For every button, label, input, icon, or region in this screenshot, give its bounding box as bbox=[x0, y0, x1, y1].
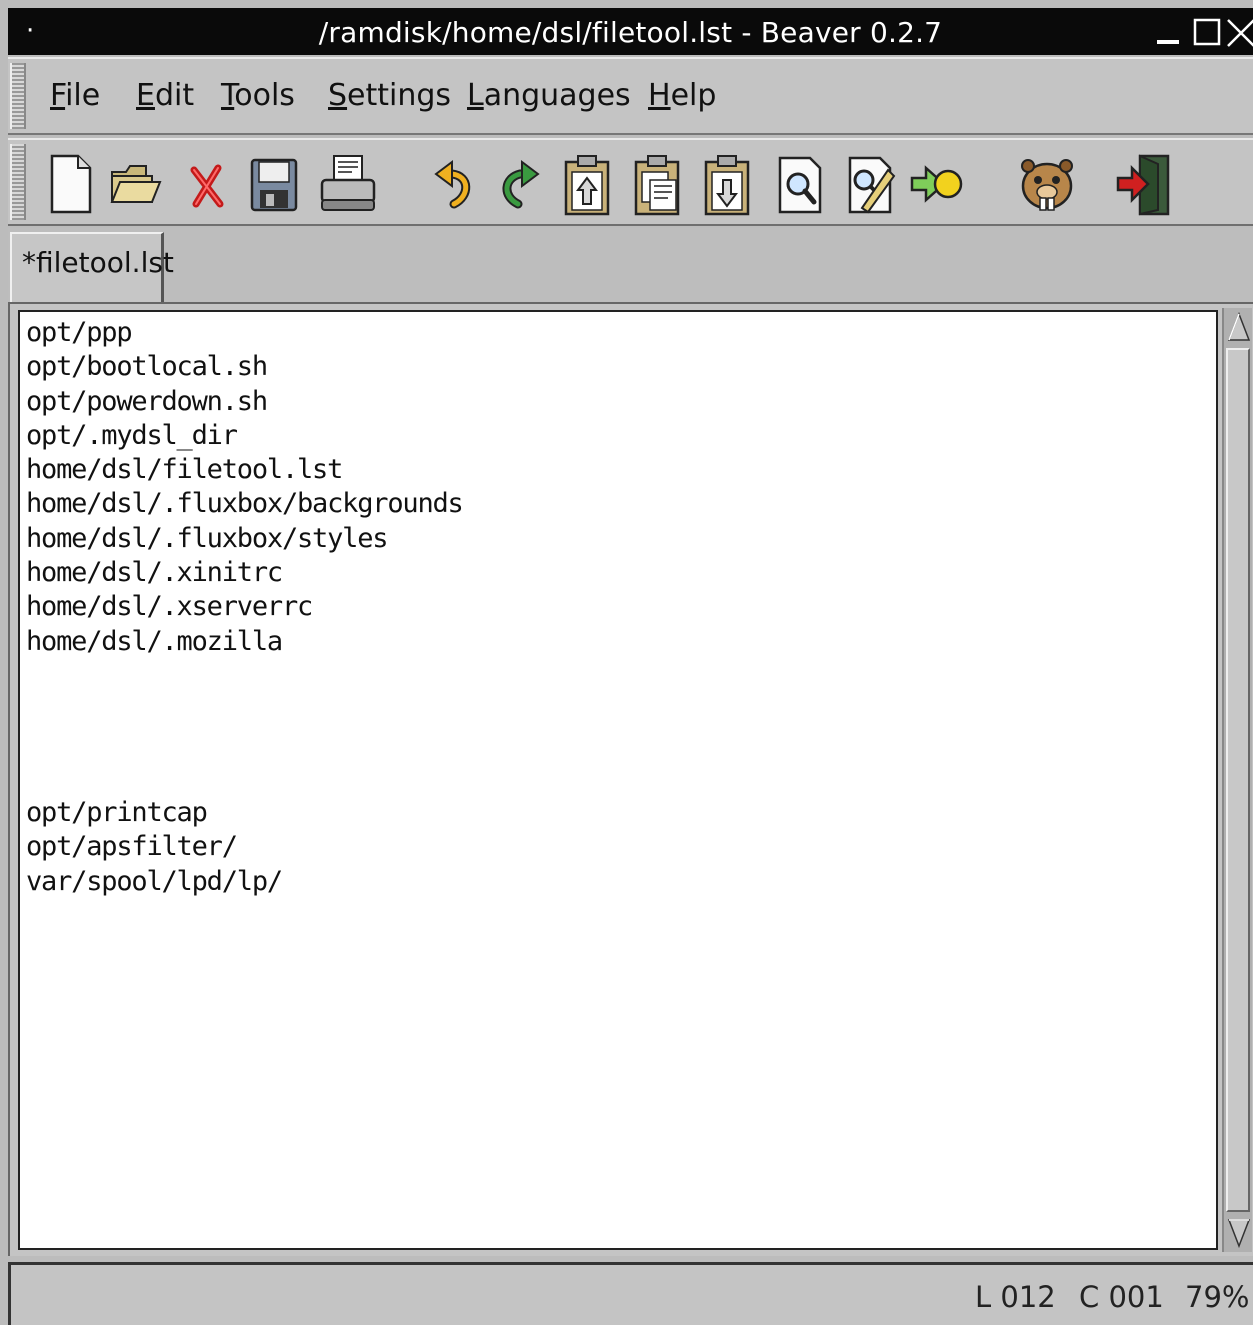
menu-tools-rest: ools bbox=[234, 78, 295, 113]
title-bar: · /ramdisk/home/dsl/filetool.lst - Beave… bbox=[8, 8, 1253, 55]
scroll-down-button[interactable] bbox=[1226, 1216, 1252, 1250]
beaver-about-icon bbox=[1021, 159, 1073, 211]
menu-languages[interactable]: Languages bbox=[467, 77, 631, 115]
editor-line: opt/apsfilter/ bbox=[26, 831, 238, 863]
about-button[interactable] bbox=[1014, 150, 1080, 218]
open-folder-icon bbox=[110, 165, 162, 203]
toolbar bbox=[8, 138, 1253, 226]
save-icon bbox=[250, 158, 298, 212]
exit-icon bbox=[1116, 154, 1170, 216]
status-column-number: C 001 bbox=[1079, 1280, 1164, 1314]
editor-line: var/spool/lpd/lp/ bbox=[26, 865, 283, 897]
copy-icon bbox=[634, 155, 680, 216]
close-file-button[interactable] bbox=[178, 150, 236, 218]
text-editor[interactable]: opt/ppp opt/bootlocal.sh opt/powerdown.sh o… bbox=[18, 310, 1218, 1250]
status-line-number: L 012 bbox=[975, 1280, 1056, 1314]
minimize-icon bbox=[1157, 40, 1179, 44]
menu-edit-mnemonic: E bbox=[136, 78, 155, 113]
minimize-button[interactable] bbox=[1153, 16, 1187, 50]
menu-file-mnemonic: F bbox=[50, 78, 66, 113]
editor-line: home/dsl/.xserverrc bbox=[26, 591, 313, 623]
new-file-button[interactable] bbox=[40, 150, 98, 218]
tab-filetool[interactable]: *filetool.lst bbox=[10, 232, 174, 302]
editor-line: opt/bootlocal.sh bbox=[26, 351, 268, 383]
menu-settings-mnemonic: S bbox=[328, 78, 348, 113]
menu-tools[interactable]: Tools bbox=[221, 77, 295, 115]
document-tabs: *filetool.lst bbox=[8, 228, 1253, 302]
maximize-icon bbox=[1193, 18, 1221, 46]
cut-button[interactable] bbox=[558, 150, 616, 218]
editor-line: home/dsl/.fluxbox/backgrounds bbox=[26, 488, 464, 520]
editor-line: opt/ppp bbox=[26, 317, 133, 348]
menu-help[interactable]: Help bbox=[648, 77, 716, 115]
status-percent: 79% bbox=[1185, 1280, 1250, 1314]
scrollbar-thumb[interactable] bbox=[1226, 348, 1250, 1212]
redo-icon bbox=[502, 160, 540, 209]
goto-line-icon bbox=[910, 165, 963, 203]
menu-help-mnemonic: H bbox=[648, 78, 671, 113]
toolbar-handle[interactable] bbox=[10, 144, 26, 220]
find-button[interactable] bbox=[770, 150, 828, 218]
undo-icon bbox=[434, 160, 471, 209]
menu-edit-rest: dit bbox=[154, 78, 195, 113]
print-button[interactable] bbox=[316, 150, 380, 218]
editor-line: home/dsl/.fluxbox/styles bbox=[26, 522, 389, 554]
replace-button[interactable] bbox=[840, 150, 898, 218]
status-bar: L 012 C 001 79% bbox=[8, 1262, 1253, 1325]
menubar-handle[interactable] bbox=[10, 63, 26, 129]
editor-line: opt/printcap bbox=[26, 797, 208, 829]
close-window-button[interactable] bbox=[1224, 16, 1253, 50]
menu-settings[interactable]: Settings bbox=[328, 77, 451, 115]
paste-icon bbox=[704, 155, 750, 216]
menu-languages-rest: anguages bbox=[483, 78, 631, 113]
close-icon bbox=[1227, 19, 1253, 47]
menu-file[interactable]: File bbox=[50, 77, 100, 115]
scroll-up-button[interactable] bbox=[1226, 310, 1252, 344]
menu-tools-mnemonic: T bbox=[221, 78, 235, 113]
maximize-button[interactable] bbox=[1191, 16, 1225, 50]
save-button[interactable] bbox=[244, 150, 302, 218]
editor-line: home/dsl/.xinitrc bbox=[26, 557, 283, 589]
editor-line: opt/.mydsl_dir bbox=[26, 419, 238, 451]
new-file-icon bbox=[50, 154, 92, 214]
menu-edit[interactable]: Edit bbox=[136, 77, 194, 115]
editor-line: home/dsl/filetool.lst bbox=[26, 454, 343, 486]
redo-button[interactable] bbox=[492, 150, 550, 218]
arrow-up-icon bbox=[1227, 311, 1251, 341]
menu-languages-mnemonic: L bbox=[467, 78, 484, 113]
print-icon bbox=[320, 155, 376, 211]
undo-button[interactable] bbox=[424, 150, 482, 218]
close-file-icon bbox=[190, 164, 224, 208]
find-icon bbox=[778, 156, 822, 214]
goto-line-button[interactable] bbox=[908, 150, 966, 218]
arrow-down-icon bbox=[1227, 1219, 1251, 1249]
editor-line: opt/powerdown.sh bbox=[26, 385, 268, 417]
editor-line: home/dsl/.mozilla bbox=[26, 625, 283, 657]
replace-icon bbox=[848, 156, 896, 214]
window-title: /ramdisk/home/dsl/filetool.lst - Beaver … bbox=[318, 16, 943, 49]
menu-help-rest: elp bbox=[670, 78, 717, 113]
menu-settings-rest: ettings bbox=[347, 78, 452, 113]
editor-frame: opt/ppp opt/bootlocal.sh opt/powerdown.sh o… bbox=[8, 302, 1253, 1256]
cut-icon bbox=[564, 155, 610, 216]
open-file-button[interactable] bbox=[106, 150, 164, 218]
exit-button[interactable] bbox=[1114, 150, 1176, 218]
menu-bar: File Edit Tools Settings Languages Help bbox=[8, 57, 1253, 135]
paste-button[interactable] bbox=[698, 150, 756, 218]
vertical-scrollbar[interactable] bbox=[1222, 308, 1252, 1252]
menu-file-rest: ile bbox=[65, 78, 101, 113]
copy-button[interactable] bbox=[628, 150, 686, 218]
